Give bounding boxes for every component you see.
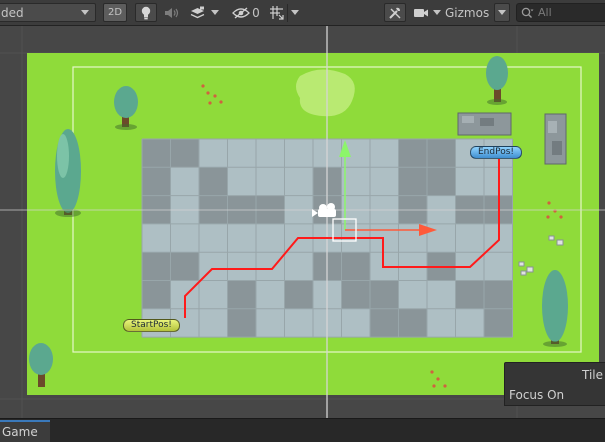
- dark-stone-tile: [341, 252, 370, 281]
- tools-toggle-button[interactable]: [384, 3, 406, 22]
- lightbulb-icon: [141, 6, 151, 19]
- end-position-label[interactable]: EndPos!: [470, 146, 523, 159]
- dark-stone-tile: [370, 308, 399, 338]
- draw-mode-dropdown[interactable]: ded: [0, 3, 96, 22]
- scene-view[interactable]: EndPos! StartPos! Tile Focus On: [0, 26, 605, 418]
- dark-stone-tile: [370, 280, 399, 309]
- tools-icon: [389, 7, 401, 19]
- dark-stone-tile: [341, 280, 370, 309]
- tab-game-label: Game: [2, 425, 38, 439]
- chevron-down-icon: [433, 10, 441, 15]
- grid-snapping-button[interactable]: [266, 3, 286, 22]
- dark-stone-tile: [142, 252, 171, 281]
- stone-ruin-block: [457, 112, 512, 136]
- chevron-down-icon: [498, 10, 506, 15]
- dark-stone-tile: [398, 167, 427, 196]
- chevron-down-icon: [81, 10, 89, 15]
- dark-stone-tile: [227, 280, 256, 309]
- dark-stone-tile: [427, 167, 456, 196]
- dark-stone-tile: [455, 280, 484, 309]
- scene-canvas[interactable]: [0, 26, 605, 418]
- tile-overlay-panel: Tile Focus On: [504, 362, 605, 406]
- search-icon: [521, 7, 534, 18]
- toggle-2d-button[interactable]: 2D: [103, 3, 127, 22]
- dark-stone-tile: [398, 308, 427, 338]
- gizmos-dropdown[interactable]: [494, 3, 510, 22]
- dark-stone-tile: [484, 280, 513, 309]
- lighting-toggle-button[interactable]: [135, 3, 157, 22]
- dark-stone-tile: [484, 308, 513, 338]
- gizmos-label: Gizmos: [445, 5, 490, 20]
- toggle-2d-label: 2D: [107, 7, 123, 18]
- overlay-title: Tile: [581, 368, 603, 382]
- audio-toggle-button[interactable]: [160, 3, 184, 22]
- chevron-down-icon: [211, 10, 219, 15]
- dark-stone-tile: [170, 252, 199, 281]
- panel-tab-strip: Game: [0, 418, 605, 442]
- grid-snap-icon: [269, 6, 284, 20]
- search-input[interactable]: [538, 6, 598, 19]
- hidden-count: 0: [252, 5, 260, 20]
- stone-ruin-pillar: [544, 113, 567, 165]
- grid-snapping-dropdown[interactable]: [288, 3, 302, 22]
- effects-dropdown[interactable]: [208, 3, 222, 22]
- dark-stone-tile: [398, 139, 427, 168]
- camera-settings-button[interactable]: [410, 3, 432, 22]
- scene-toolbar: ded 2D 0 Gizmos All: [0, 0, 605, 26]
- effects-layers-icon: [190, 6, 204, 18]
- gizmos-button[interactable]: Gizmos: [445, 3, 493, 22]
- effects-toggle-button[interactable]: [187, 3, 207, 22]
- tab-game[interactable]: Game: [0, 420, 50, 442]
- grass-patch: [296, 69, 355, 117]
- dark-stone-tile: [284, 280, 313, 309]
- dark-stone-tile: [227, 308, 256, 338]
- dark-stone-tile: [199, 167, 228, 196]
- camera-settings-dropdown[interactable]: [430, 3, 444, 22]
- eye-slash-icon: [232, 6, 251, 19]
- focus-on-button[interactable]: Focus On: [509, 388, 564, 402]
- chevron-down-icon: [291, 10, 299, 15]
- dark-stone-tile: [427, 139, 456, 168]
- scene-search-field[interactable]: [516, 3, 605, 22]
- dark-stone-tile: [142, 139, 171, 168]
- scene-visibility-toggle[interactable]: 0: [229, 3, 263, 22]
- video-camera-icon: [414, 8, 428, 17]
- speaker-icon: [165, 7, 179, 18]
- dark-stone-tile: [170, 139, 199, 168]
- draw-mode-label: ded: [1, 5, 24, 20]
- start-position-label[interactable]: StartPos!: [123, 319, 180, 332]
- dark-stone-tile: [142, 167, 171, 196]
- dark-stone-tile: [142, 280, 171, 309]
